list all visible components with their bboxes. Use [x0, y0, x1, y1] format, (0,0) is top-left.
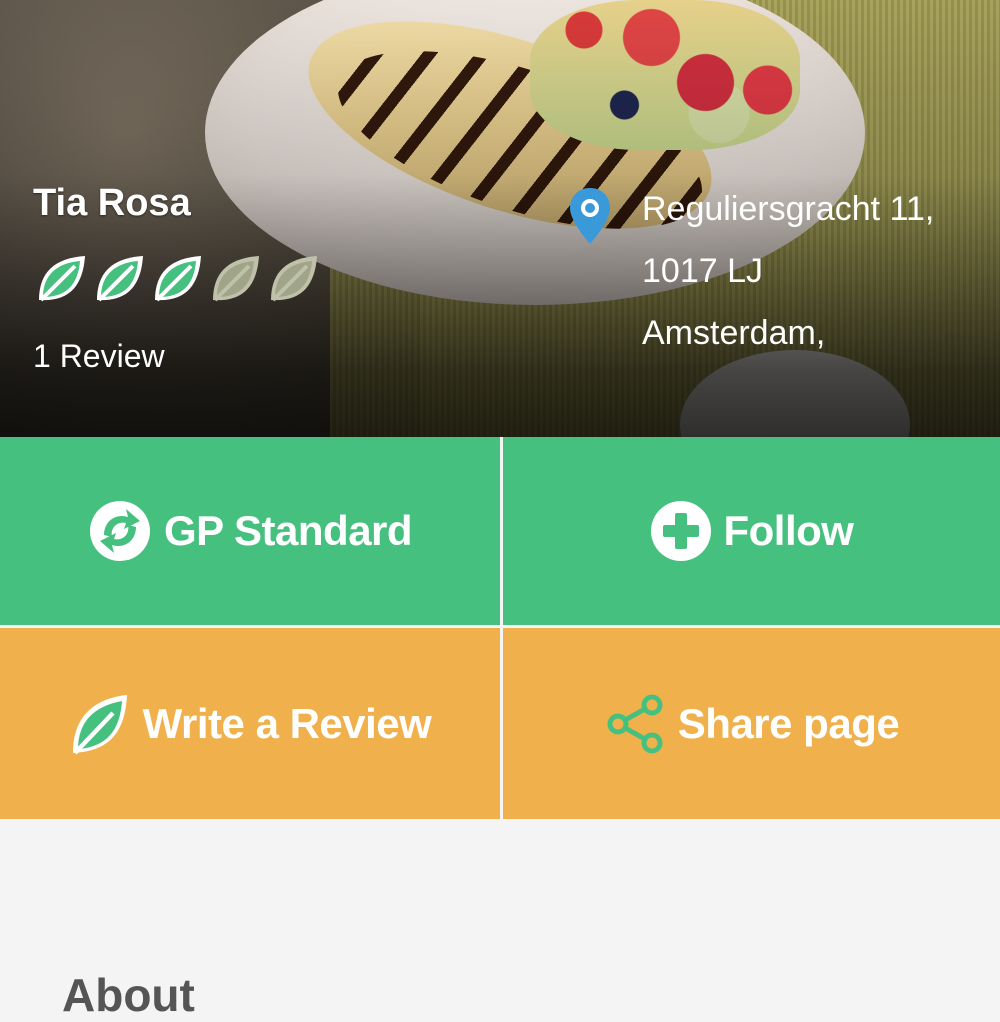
- address-line: 1017 LJ: [642, 252, 763, 290]
- venue-name: Tia Rosa: [33, 182, 191, 224]
- gp-standard-label: GP Standard: [163, 507, 413, 554]
- location-pin-icon: [566, 186, 614, 246]
- share-page-label: Share page: [677, 699, 900, 747]
- write-review-label: Write a Review: [142, 699, 432, 747]
- leaf-icon: [69, 691, 131, 757]
- gp-standard-button[interactable]: GP Standard: [0, 437, 500, 625]
- recycle-icon: [88, 499, 152, 563]
- leaf-icon: [149, 250, 205, 306]
- leaf-icon: [265, 250, 321, 306]
- about-heading: About: [62, 969, 195, 1021]
- action-grid: GP Standard Follow Write a Review Share …: [0, 437, 1000, 819]
- venue-address[interactable]: Reguliersgracht 11, 1017 LJ Amsterdam,: [642, 178, 934, 364]
- leaf-icon: [207, 250, 263, 306]
- share-icon: [604, 693, 666, 755]
- rating-leaves: [33, 250, 321, 306]
- plus-circle-icon: [650, 500, 712, 562]
- address-line: Reguliersgracht 11,: [642, 190, 935, 228]
- follow-label: Follow: [723, 507, 854, 554]
- leaf-icon: [33, 250, 89, 306]
- share-page-button[interactable]: Share page: [503, 628, 1000, 819]
- follow-button[interactable]: Follow: [503, 437, 1000, 625]
- write-review-button[interactable]: Write a Review: [0, 628, 500, 819]
- leaf-icon: [91, 250, 147, 306]
- review-count[interactable]: 1 Review: [33, 338, 165, 375]
- address-line: Amsterdam,: [642, 314, 826, 352]
